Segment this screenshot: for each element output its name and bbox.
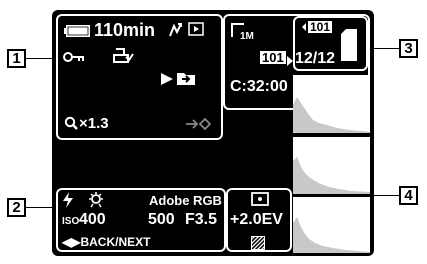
arrow-icon — [168, 22, 184, 38]
folder-pointer-icon — [287, 53, 293, 66]
battery-icon — [64, 24, 92, 38]
play-icon — [188, 22, 204, 36]
flash-icon — [62, 192, 74, 208]
print-icon — [112, 47, 134, 65]
histogram-icon — [293, 97, 370, 133]
zoom-value: ×1.3 — [79, 115, 109, 132]
key-icon — [63, 50, 85, 62]
image-size: 1M — [240, 31, 254, 42]
play-triangle-icon — [160, 72, 174, 86]
nav-label[interactable]: ◀▶BACK/NEXT — [62, 236, 150, 248]
color-space: Adobe RGB — [149, 193, 222, 208]
memory-card-icon — [340, 28, 358, 62]
image-count: 12/12 — [295, 50, 336, 67]
histogram-middle-graph — [293, 157, 370, 194]
aperture: F3.5 — [185, 211, 218, 228]
battery-time: 110min — [94, 20, 156, 40]
callout-4: 4 — [399, 186, 418, 205]
histogram-bottom-graph — [293, 217, 370, 253]
iso-value: 400 — [79, 211, 106, 228]
callout-4-leader — [370, 195, 400, 196]
counter: C:32:00 — [230, 78, 288, 95]
shutter-speed: 500 — [148, 211, 175, 228]
white-balance-icon — [88, 192, 104, 208]
folder-tag: 101 — [308, 20, 333, 34]
exposure-compensation: +2.0EV — [230, 211, 283, 228]
histogram-middle — [293, 137, 370, 194]
histogram-top — [293, 75, 370, 133]
histogram-bottom — [293, 197, 370, 253]
metering-icon — [251, 192, 269, 206]
folder-icon — [176, 70, 196, 86]
hatch-icon — [250, 235, 266, 251]
callout-3-leader — [370, 48, 400, 49]
iso-label: ISO — [62, 216, 80, 227]
callout-3: 3 — [399, 39, 418, 58]
card-arrow-icon — [185, 117, 212, 131]
lcd-screen: 110min ×1.3 1M 101 101 12/12 C:32:00 Ado… — [52, 10, 374, 256]
callout-1: 1 — [7, 49, 26, 68]
callout-2: 2 — [7, 198, 26, 217]
folder-name: 101 — [260, 50, 286, 65]
magnifier-icon — [64, 116, 78, 130]
